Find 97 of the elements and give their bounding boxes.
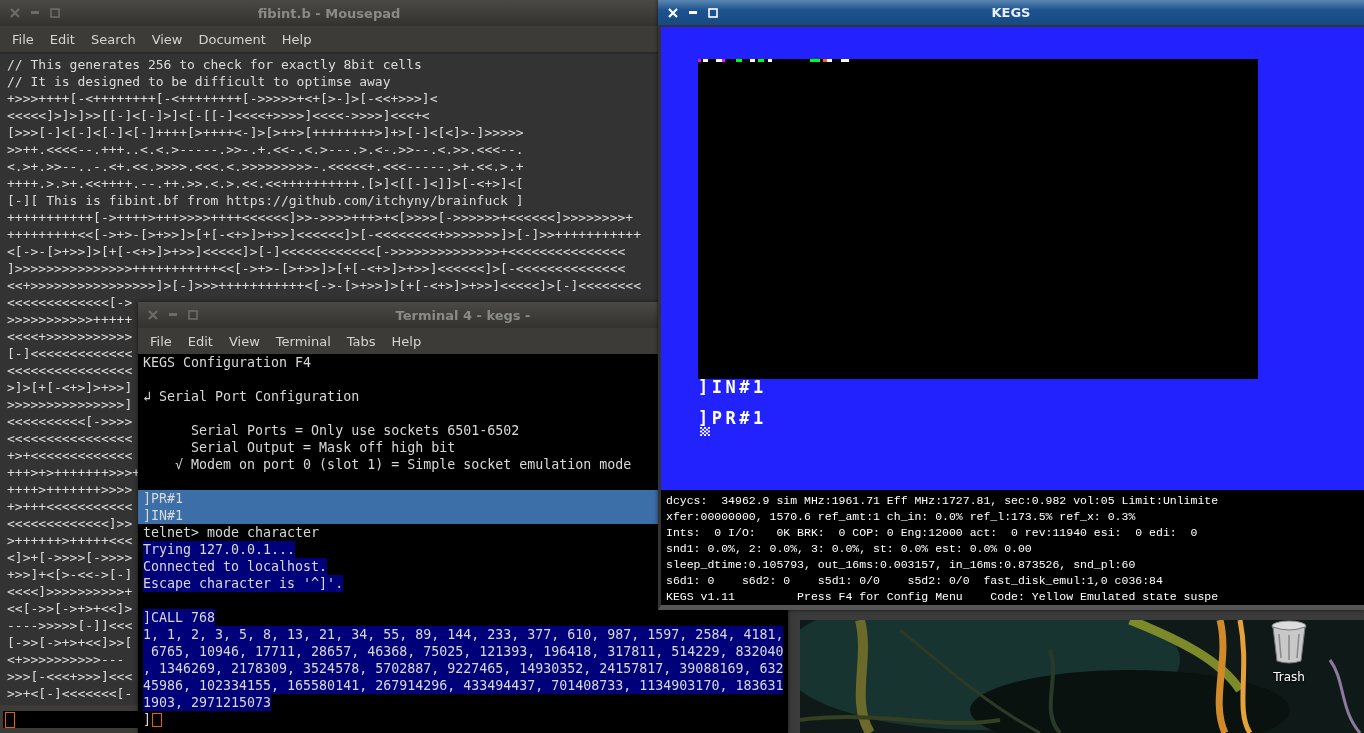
code-line: <<<<<<<<<<<<<[-> bbox=[7, 294, 133, 311]
code-line: ---->>>>>[-]]<<< bbox=[7, 617, 133, 634]
cursor-icon bbox=[700, 427, 710, 436]
code-line: <<<<<<<<<<<<<]>> bbox=[7, 515, 133, 532]
code-line: <]>+[->>>>[->>>> bbox=[7, 549, 133, 566]
terminal-line: ]IN#1 bbox=[143, 507, 184, 524]
code-line: >>>>>>>>>>>>>>>] bbox=[7, 396, 133, 413]
status-line: sleep_dtime:0.105793, out_16ms:0.003157, in_16ms:0.873526, snd_pl:60 bbox=[666, 557, 1137, 573]
code-line: <<<<]>>>>>>>>>>+ bbox=[7, 583, 133, 600]
terminal-line: Serial Ports = Only use sockets 6501-6502 bbox=[190, 422, 520, 439]
menu-item[interactable]: Tabs bbox=[338, 333, 384, 349]
code-line: <<<<<<<<<<<<<<<< bbox=[7, 430, 133, 447]
highlighted-text: , 1346269, 2178309, 3524578, 5702887, 9227465, 14930352, 24157817, 39088169, 632 bbox=[143, 660, 784, 677]
trash-can-icon[interactable] bbox=[1269, 620, 1309, 664]
window-title: Terminal 4 - kegs - bbox=[395, 307, 531, 323]
code-line: +>+<<<<<<<<<<<<< bbox=[7, 447, 133, 464]
window-title: KEGS bbox=[991, 5, 1031, 20]
maximize-icon bbox=[708, 7, 718, 18]
maximize-icon bbox=[50, 8, 60, 18]
minimize-icon bbox=[31, 11, 39, 15]
code-line: >>++.<<<<--.+++..<.<.>-----.>>-.+.<<-.<.>---.>.<-.>>--.<.>>.<<<--. bbox=[7, 141, 524, 158]
terminal-line: KEGS Configuration F4 bbox=[143, 354, 312, 371]
menu-item[interactable]: View bbox=[143, 31, 191, 47]
menu-item[interactable]: Help bbox=[383, 333, 430, 349]
minimize-icon bbox=[169, 313, 177, 317]
code-line: <<<<+>>>>>>>>>>> bbox=[7, 328, 133, 345]
menu-item[interactable]: Terminal bbox=[267, 333, 339, 349]
highlighted-text: Connected to localhost. bbox=[143, 558, 328, 575]
terminal-line: ↲ Serial Port Configuration bbox=[143, 388, 360, 405]
status-line: snd1: 0.0%, 2: 0.0%, 3: 0.0%, st: 0.0% est: 0.0% 0.00 bbox=[666, 541, 1033, 557]
screen-text: ]PR#1 bbox=[698, 410, 768, 426]
code-line: +++>+>+++++++>>>+ bbox=[7, 464, 141, 481]
code-line: [-][ This is fibint.bf from https://github.com/itchyny/brainfuck ] bbox=[7, 192, 524, 209]
terminal-line: telnet> mode character bbox=[143, 524, 320, 541]
window-title: fibint.b - Mousepad bbox=[257, 5, 401, 21]
highlighted-text: 1903, 2971215073 bbox=[143, 694, 272, 711]
code-line: ]>>>>>>>>>>>>>>>+++++++++++<<[->+>-[>+>>]>[+[-<+>]>+>>]<<<<<<]>[-<<<<<<<<<<<<<< bbox=[7, 260, 626, 277]
desktop-icon-label: Trash bbox=[1273, 670, 1305, 684]
code-line: +++++++++<<[->+>-[>+>>]>[+[-<+>]>+>>]<<<<<<]>[-<<<<<<<<+>>>>>>>]>[-]>>+++++++++++ bbox=[7, 226, 641, 243]
code-line: [>>>[-]<[-]<[-]<[-]++++[>++++<-]>[>++>[++++++++>]+>[-]<[<]>-]>>>>> bbox=[7, 124, 524, 141]
highlighted-text: 6765, 10946, 17711, 28657, 46368, 75025, 121393, 196418, 317811, 514229, 832040 bbox=[143, 643, 784, 660]
code-line: <<<<<]>]>]>>[[-]<[-]>]<[-[[-]<<<<+>>>>]<<<<->>>>]<<<+< bbox=[7, 107, 430, 124]
code-line: <+>>>>>>>>>>--- bbox=[7, 651, 125, 668]
code-line: [-]<<<<<<<<<<<<< bbox=[7, 345, 133, 362]
close-icon bbox=[9, 7, 21, 19]
code-line: <.>+.>>--..-.<+.<<.>>>>.<<<.<.>>>>>>>>>-.<<<<<+.<<<-----.>+.<<.>.+ bbox=[7, 158, 524, 175]
highlighted-text: Escape character is '^]'. bbox=[143, 575, 344, 592]
status-line: Ints: 0 I/O: 0K BRK: 0 COP: 0 Eng:12000 act: 0 rev:11940 esi: 0 edi: 0 bbox=[666, 525, 1199, 541]
highlighted-text: 1, 1, 2, 3, 5, 8, 13, 21, 34, 55, 89, 144, 233, 377, 610, 987, 1597, 2584, 4181, bbox=[143, 626, 784, 643]
menu-item[interactable]: Edit bbox=[41, 31, 83, 47]
cursor-icon bbox=[5, 711, 15, 728]
menu-item[interactable]: View bbox=[220, 333, 268, 349]
code-line: +>>>++++[-<++++++++[-<++++++++[->>>>>+<+[>-]>[-<<+>>>]< bbox=[7, 90, 438, 107]
minimize-icon bbox=[689, 10, 697, 15]
code-line: +>+++<<<<<<<<<<< bbox=[7, 498, 133, 515]
code-line: <<<<<<<<<<[->>>> bbox=[7, 413, 133, 430]
status-line: xfer:00000000, 1570.6 ref_amt:1 ch_in: 0.0% ref_l:173.5% ref_x: 0.3% bbox=[666, 509, 1137, 525]
code-line: ++++.>.>+.<<++++.--.++.>>.<.>.<<.<<++++++++++.[>]<[[-]<]]>[-<+>]<[ bbox=[7, 175, 524, 192]
code-line: >>+<[-]<<<<<<<[- bbox=[7, 685, 133, 702]
emulator-screen[interactable]: ]IN#1 ]PR#1 bbox=[658, 27, 1364, 490]
highlighted-text: ]CALL 768 bbox=[143, 609, 216, 626]
menu-item[interactable]: Search bbox=[82, 31, 144, 47]
terminal-line: √ Modem on port 0 (slot 1) = Simple socket emulation mode bbox=[174, 456, 632, 473]
code-line: +++++++++++[->++++>+++>>>>++++<<<<<<]>>->>>>+++>+<[>>>>[->>>>>>+<<<<<<]>>>>>>>>+ bbox=[7, 209, 634, 226]
status-line: dcycs: 34962.9 sim MHz:1961.71 Eff MHz:1727.81, sec:0.982 vol:05 Limit:Unlimite bbox=[666, 493, 1220, 509]
code-line: +>>]+<[>-<<->[-] bbox=[7, 566, 133, 583]
menu-item[interactable]: Help bbox=[273, 31, 320, 47]
code-line: >++++++>+++++<<< bbox=[7, 532, 133, 549]
menu-item[interactable]: File bbox=[142, 333, 180, 349]
maximize-icon bbox=[188, 310, 198, 320]
code-line: <[->-[>+>>]>[+[-<+>]>+>>]<<<<<]>[-]<<<<<<<<<<<<[->>>>>>>>>>>>>>+<<<<<<<<<<<<<<< bbox=[7, 243, 626, 260]
close-button[interactable] bbox=[666, 5, 680, 20]
code-line: <<+>>>>>>>>>>>>>>>>]>[-]>>>+++++++++++<[->-[>+>>]>[+[-<+>]>+>>]<<<<<]>[-]<<<<<<<< bbox=[7, 277, 641, 294]
menu-item[interactable]: Edit bbox=[179, 333, 221, 349]
highlighted-text: 45986, 102334155, 165580141, 267914296, 433494437, 701408733, 1134903170, 183631 bbox=[143, 677, 784, 694]
status-line: s6d1: 0 s6d2: 0 s5d1: 0/0 s5d2: 0/0 fast_disk_emul:1,0 c036:84 bbox=[666, 573, 1164, 589]
screen-text: ]IN#1 bbox=[698, 379, 768, 395]
code-line: >]>[+[-<+>]>+>>] bbox=[7, 379, 133, 396]
status-line: KEGS v1.11 Press F4 for Config Menu Code: Yellow Emulated state suspe bbox=[666, 589, 1220, 605]
terminal-line: Serial Output = Mask off high bit bbox=[190, 439, 456, 456]
code-line: >>>[-<<<+>>>]<<< bbox=[7, 668, 133, 685]
code-line: <<<<<<<<<<<<<<<< bbox=[7, 362, 133, 379]
code-line: // This generates 256 to check for exactly 8bit cells bbox=[7, 56, 422, 73]
menu-item[interactable]: Document bbox=[190, 31, 274, 47]
close-icon bbox=[147, 309, 159, 321]
code-line: ++++>+++++++>>>> bbox=[7, 481, 133, 498]
menu-item[interactable]: File bbox=[4, 31, 42, 47]
close-icon bbox=[667, 6, 679, 19]
terminal-line: ] bbox=[143, 711, 151, 728]
maximize-button[interactable] bbox=[706, 5, 720, 20]
code-line: >>>>>>>>>>>+++++ bbox=[7, 311, 133, 328]
terminal-line: ]PR#1 bbox=[143, 490, 184, 507]
code-line: // It is designed to be difficult to optimse away bbox=[7, 73, 391, 90]
code-line: [->>[->+>+<<]>>[ bbox=[7, 634, 133, 651]
highlighted-text: Trying 127.0.0.1... bbox=[143, 541, 296, 558]
code-line: <<[->>[->+>+<<]> bbox=[7, 600, 133, 617]
cursor-icon bbox=[152, 712, 162, 727]
